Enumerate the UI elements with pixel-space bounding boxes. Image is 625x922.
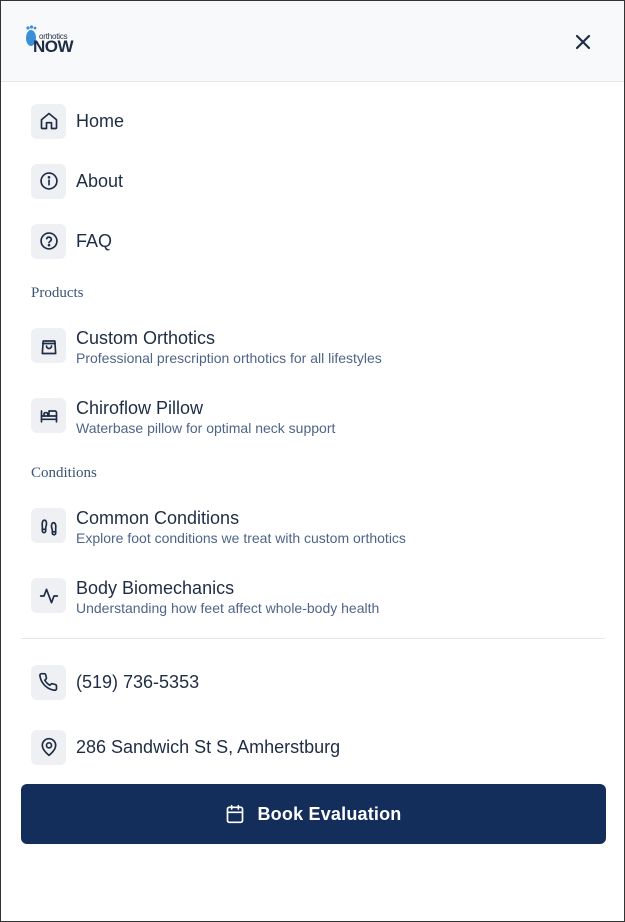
map-pin-icon-box [31,729,66,765]
book-evaluation-button[interactable]: Book Evaluation [21,784,606,844]
nav-label-faq: FAQ [76,230,113,251]
close-icon [575,34,591,50]
phone-icon-box [31,664,66,700]
section-label-conditions: Conditions [31,465,97,481]
shopping-bag-icon [41,339,57,354]
nav-label-home: Home [76,110,125,131]
product-description: Professional prescription orthotics for … [76,350,382,366]
menu-header: orthotics NOW [1,1,624,82]
nav-item-home[interactable]: Home [31,103,124,139]
shopping-bag-icon-box [31,328,66,363]
home-icon-box [31,103,66,139]
info-icon-box [31,163,66,199]
nav-item-about[interactable]: About [31,163,123,199]
nav-item-faq[interactable]: FAQ [31,223,112,259]
phone-icon [38,672,57,692]
phone-number: (519) 736-5353 [76,671,200,692]
product-title: Custom Orthotics [76,328,216,348]
contact-address[interactable]: 286 Sandwich St S, Amherstburg [31,729,340,765]
help-circle-icon [39,232,58,250]
condition-item-body-biomechanics[interactable]: Body Biomechanics Understanding how feet… [31,578,379,617]
home-icon [40,112,57,130]
nav-label-about: About [76,170,124,191]
product-item-chiroflow-pillow[interactable]: Chiroflow Pillow Waterbase pillow for op… [31,398,335,437]
menu-divider [21,638,605,639]
activity-icon-box [31,578,66,613]
contact-phone[interactable]: (519) 736-5353 [31,664,199,700]
address-text: 286 Sandwich St S, Amherstburg [76,736,341,757]
condition-description: Understanding how feet affect whole-body… [76,600,380,616]
section-label-products: Products [31,285,84,301]
condition-description: Explore foot conditions we treat with cu… [76,530,406,546]
product-title: Chiroflow Pillow [76,398,204,418]
product-item-custom-orthotics[interactable]: Custom Orthotics Professional prescripti… [31,328,382,367]
bed-icon [40,409,57,423]
orthotics-now-logo[interactable]: orthotics NOW [25,25,79,55]
info-icon [39,172,58,190]
footprints-icon-box [31,508,66,543]
activity-icon [39,588,58,603]
footprints-icon [40,518,57,536]
logo-text-big: NOW [33,37,74,56]
map-pin-icon [41,737,57,757]
bed-icon-box [31,398,66,433]
condition-title: Common Conditions [76,508,240,528]
condition-item-common-conditions[interactable]: Common Conditions Explore foot condition… [31,508,406,547]
product-description: Waterbase pillow for optimal neck suppor… [76,420,336,436]
condition-title: Body Biomechanics [76,578,235,598]
help-icon-box [31,223,66,259]
book-evaluation-label: Book Evaluation [257,803,402,824]
calendar-icon [227,804,244,824]
close-menu-button[interactable] [571,30,595,54]
